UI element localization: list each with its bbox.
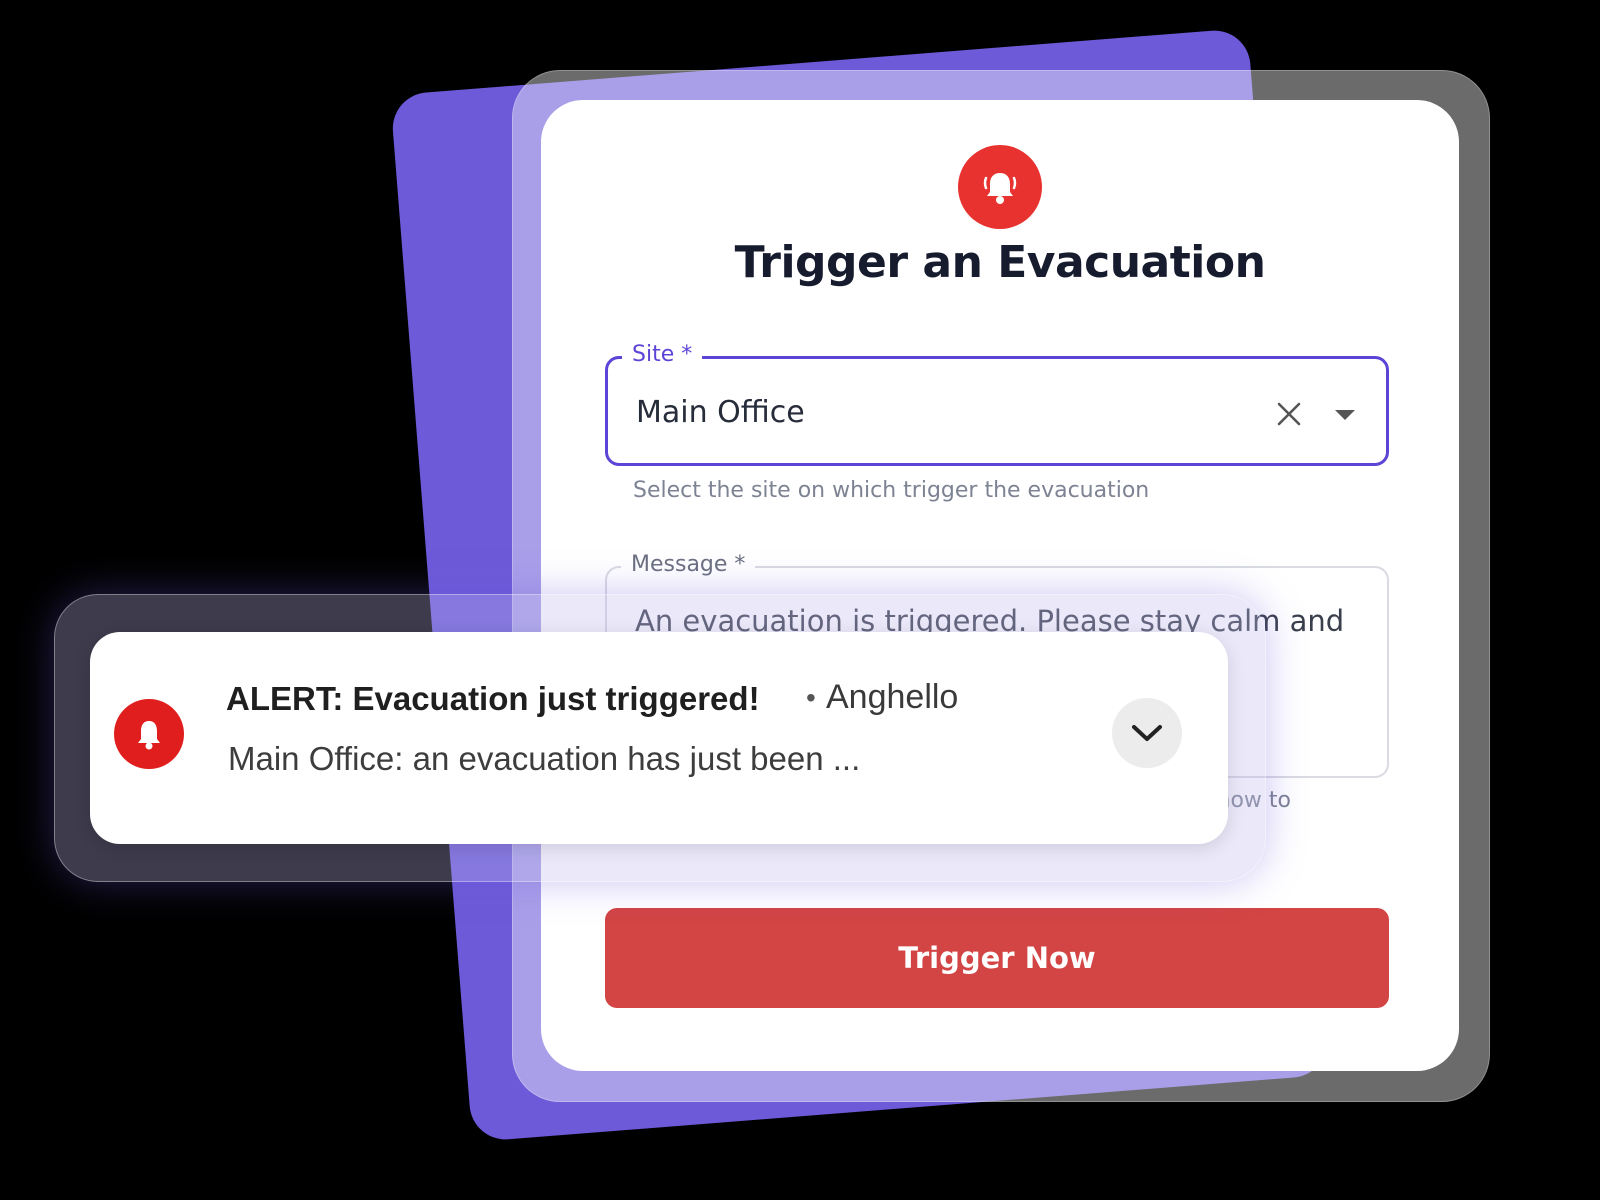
site-select[interactable]: Site * Main Office — [605, 342, 1389, 466]
evacuation-form-card: Trigger an Evacuation Site * Main Office… — [541, 100, 1459, 1071]
chevron-down-icon — [1132, 725, 1162, 741]
site-value[interactable]: Main Office — [636, 395, 805, 430]
notification-card[interactable]: ALERT: Evacuation just triggered! • Angh… — [90, 632, 1228, 844]
page-title: Trigger an Evacuation — [734, 237, 1266, 288]
notification-body: Main Office: an evacuation has just been… — [228, 740, 861, 777]
alarm-bell-icon — [958, 145, 1042, 229]
notification-separator: • — [806, 682, 816, 713]
message-label: Message * — [621, 552, 756, 577]
site-label: Site * — [622, 342, 703, 367]
close-icon[interactable] — [1274, 399, 1304, 429]
trigger-now-button[interactable]: Trigger Now — [605, 908, 1389, 1008]
notification-title: ALERT: Evacuation just triggered! — [226, 680, 760, 717]
site-helper-text: Select the site on which trigger the eva… — [633, 478, 1150, 503]
notification-app-name: Anghello — [826, 678, 959, 716]
expand-button[interactable] — [1112, 698, 1182, 768]
bell-icon — [983, 173, 1017, 204]
caret-down-icon[interactable] — [1334, 409, 1356, 421]
notification-bell — [114, 699, 184, 769]
bell-icon — [138, 721, 160, 750]
